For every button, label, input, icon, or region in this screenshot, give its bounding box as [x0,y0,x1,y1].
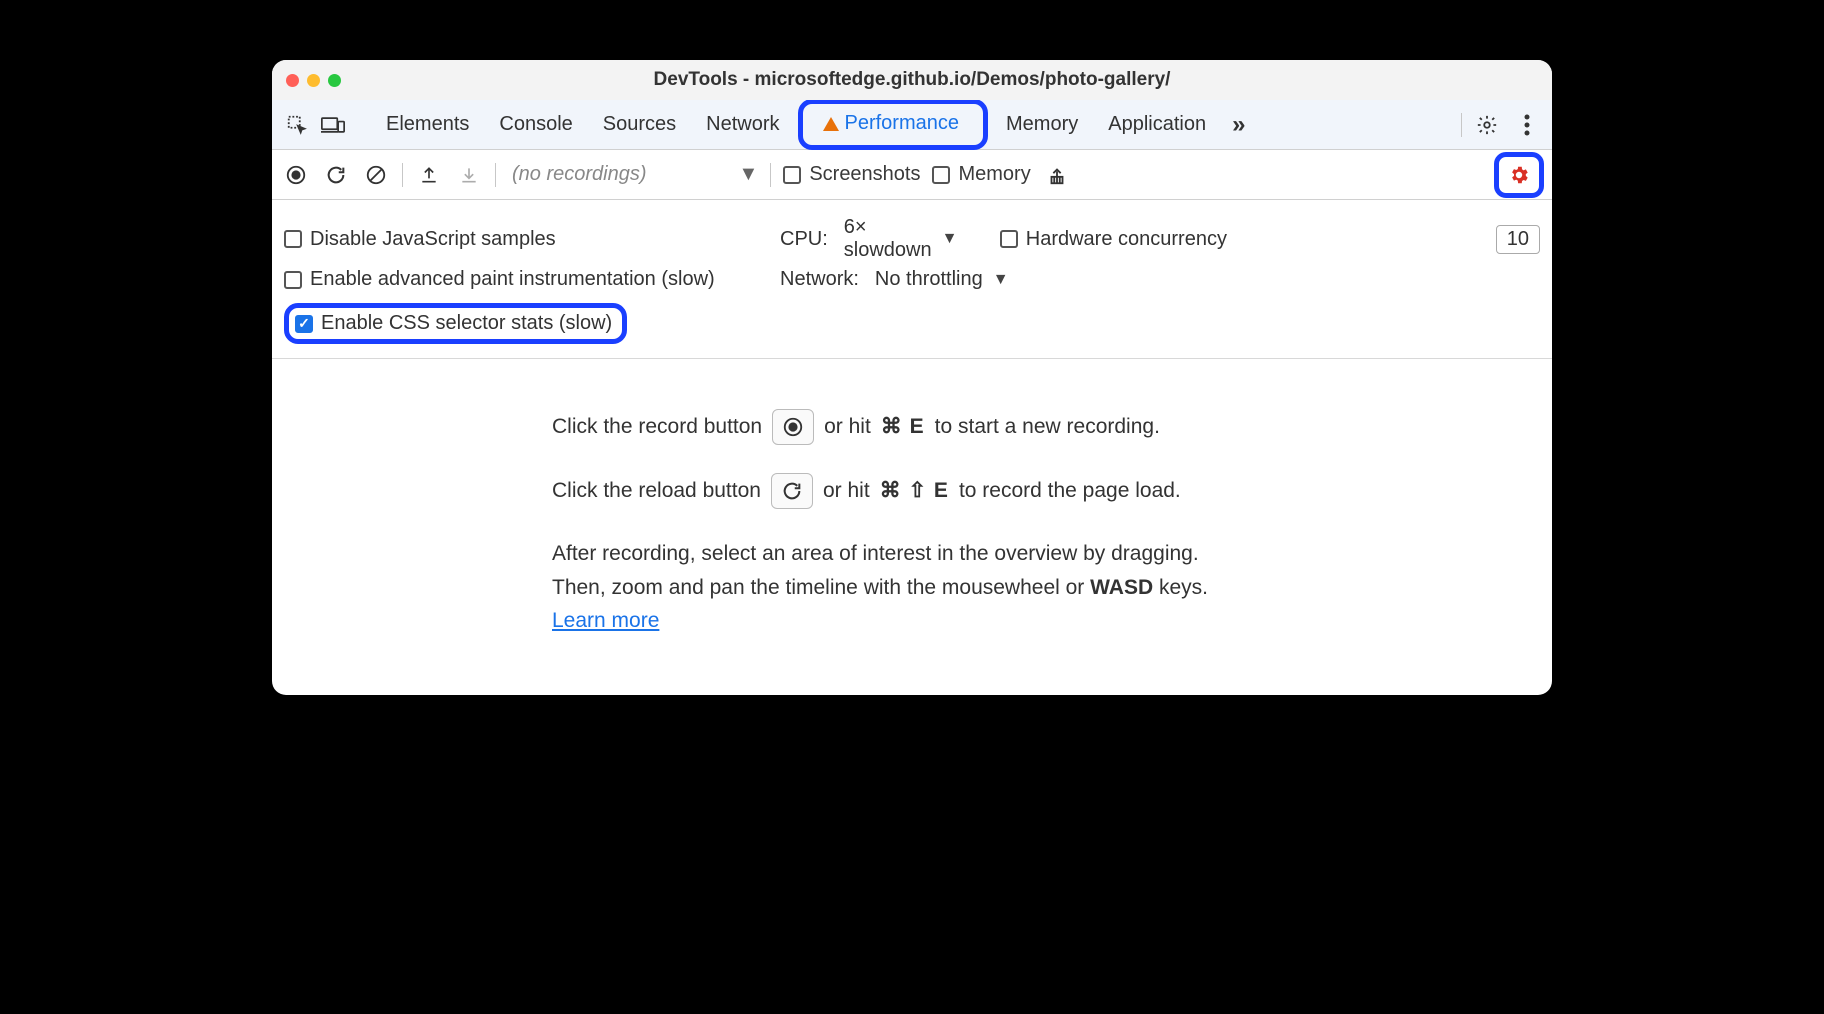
network-label: Network: [780,268,859,291]
dropdown-caret-icon[interactable]: ▼ [739,163,759,186]
disable-js-samples-checkbox[interactable] [284,230,302,248]
capture-settings-panel: Disable JavaScript samples CPU: 6× slowd… [272,200,1552,359]
maximize-window-button[interactable] [328,74,341,87]
cpu-throttle-select[interactable]: 6× slowdown ▼ [844,216,958,262]
tab-console[interactable]: Console [487,107,584,142]
tab-performance-highlight: Performance [798,99,989,150]
enable-paint-instrumentation-checkbox[interactable] [284,271,302,289]
reload-hint-orhit: or hit [823,474,870,508]
clear-button[interactable] [362,161,390,189]
css-selector-stats-highlight: Enable CSS selector stats (slow) [284,303,627,344]
reload-hint-text-a: Click the reload button [552,474,761,508]
record-button[interactable] [282,161,310,189]
cpu-label: CPU: [780,228,828,251]
window-title: DevTools - microsoftedge.github.io/Demos… [272,69,1552,91]
screenshots-checkbox[interactable] [783,166,801,184]
capture-settings-gear-icon[interactable] [1505,161,1533,189]
memory-label: Memory [958,163,1030,186]
hardware-concurrency-label: Hardware concurrency [1026,228,1227,251]
more-options-icon[interactable] [1512,110,1542,140]
record-button-illustration [772,409,814,445]
reload-button-illustration [771,473,813,509]
close-window-button[interactable] [286,74,299,87]
tabs-overflow-button[interactable]: » [1224,111,1253,139]
enable-css-selector-stats-label: Enable CSS selector stats (slow) [321,312,612,335]
hardware-concurrency-input[interactable]: 10 [1496,225,1540,254]
instructions-line-1: After recording, select an area of inter… [552,537,1332,571]
dropdown-caret-icon: ▼ [993,271,1009,289]
learn-more-link[interactable]: Learn more [552,609,659,632]
titlebar: DevTools - microsoftedge.github.io/Demos… [272,60,1552,100]
record-shortcut: ⌘ E [881,410,925,444]
warning-icon [823,117,839,131]
reload-button[interactable] [322,161,350,189]
tab-application[interactable]: Application [1096,107,1218,142]
tab-memory[interactable]: Memory [994,107,1090,142]
inspect-element-icon[interactable] [282,110,312,140]
garbage-collect-icon[interactable] [1043,161,1071,189]
tab-performance-label: Performance [845,112,960,135]
record-hint-text-c: to start a new recording. [935,410,1160,444]
tab-elements[interactable]: Elements [374,107,481,142]
enable-css-selector-stats-checkbox[interactable] [295,315,313,333]
dropdown-caret-icon: ▼ [942,230,958,248]
cpu-throttle-value: 6× slowdown [844,216,932,262]
device-toolbar-icon[interactable] [318,110,348,140]
empty-state-content: Click the record button or hit ⌘ E to st… [512,359,1552,688]
reload-shortcut: ⌘ ⇧ E [880,474,949,508]
network-throttle-value: No throttling [875,268,983,291]
reload-hint-text-c: to record the page load. [959,474,1181,508]
divider [770,163,771,187]
memory-checkbox[interactable] [932,166,950,184]
window-controls [286,74,341,87]
record-hint-orhit: or hit [824,410,871,444]
record-hint-text-a: Click the record button [552,410,762,444]
enable-paint-instrumentation-label: Enable advanced paint instrumentation (s… [310,268,715,291]
tab-bar: Elements Console Sources Network Perform… [272,100,1552,150]
minimize-window-button[interactable] [307,74,320,87]
divider [402,163,403,187]
devtools-window: DevTools - microsoftedge.github.io/Demos… [272,60,1552,695]
tab-network[interactable]: Network [694,107,791,142]
download-profile-icon[interactable] [455,161,483,189]
screenshots-label: Screenshots [809,163,920,186]
divider [495,163,496,187]
recordings-dropdown[interactable]: (no recordings) [512,163,647,186]
instructions-line-2: Then, zoom and pan the timeline with the… [552,571,1332,605]
hardware-concurrency-checkbox[interactable] [1000,230,1018,248]
capture-settings-highlight [1494,152,1544,198]
upload-profile-icon[interactable] [415,161,443,189]
settings-gear-icon[interactable] [1472,110,1502,140]
disable-js-samples-label: Disable JavaScript samples [310,228,556,251]
performance-toolbar: (no recordings) ▼ Screenshots Memory [272,150,1552,200]
tab-sources[interactable]: Sources [591,107,688,142]
divider [1461,113,1462,137]
tab-performance[interactable]: Performance [811,106,972,141]
network-throttle-select[interactable]: No throttling ▼ [875,268,1009,291]
